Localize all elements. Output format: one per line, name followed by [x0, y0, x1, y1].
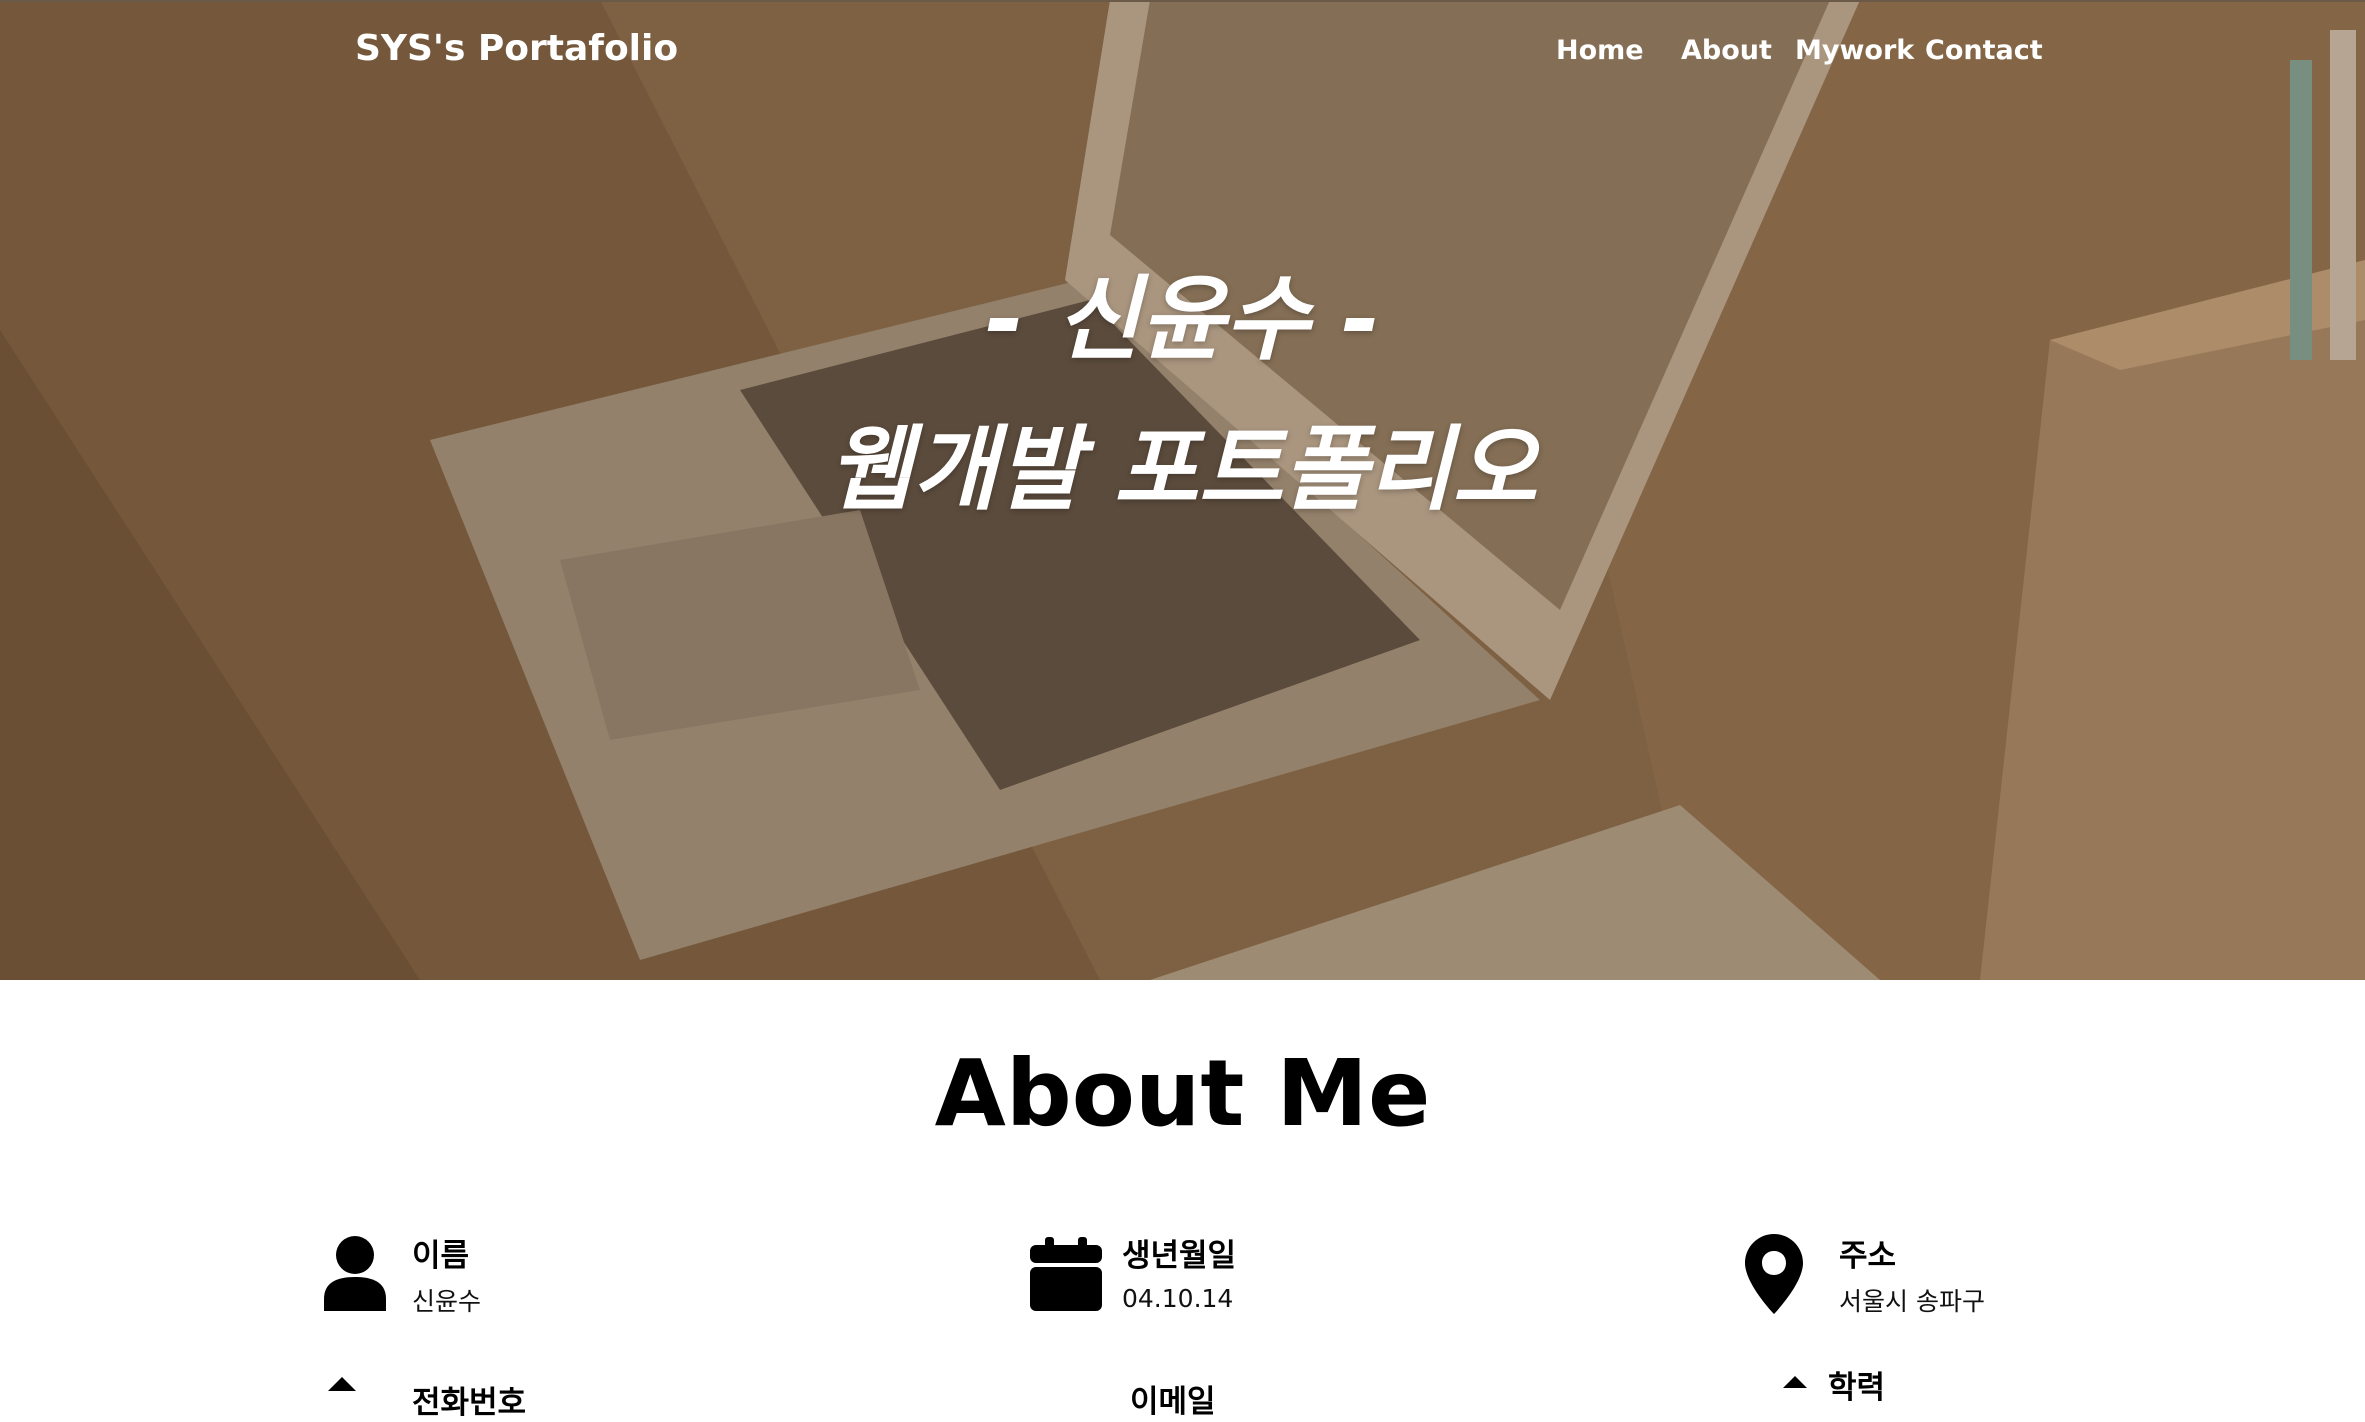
nav-home-link[interactable]: Home	[1556, 35, 1644, 66]
nav-mywork-link[interactable]: Mywork	[1795, 35, 1914, 66]
info-label: 이메일	[1130, 1384, 1216, 1420]
info-value: 서울시 송파구	[1839, 1287, 1985, 1316]
calendar-icon	[1030, 1237, 1102, 1311]
brand-logo[interactable]: SYS's Portafolio	[355, 28, 678, 69]
info-label: 생년월일	[1122, 1238, 1237, 1274]
hero-name-line: - 신윤수 -	[985, 266, 1380, 373]
info-label: 주소	[1839, 1238, 1897, 1274]
about-heading: About Me	[934, 1040, 1431, 1147]
info-value: 신윤수	[412, 1287, 482, 1316]
info-label: 학력	[1828, 1370, 1886, 1406]
phone-icon	[328, 1377, 356, 1391]
navbar: SYS's Portafolio Home About Mywork Conta…	[0, 0, 2365, 100]
info-value: 04.10.14	[1122, 1284, 1234, 1313]
info-label: 전화번호	[412, 1385, 527, 1421]
person-icon	[324, 1236, 386, 1311]
nav-about-link[interactable]: About	[1681, 35, 1772, 66]
location-pin-icon	[1745, 1234, 1803, 1314]
nav-contact-link[interactable]: Contact	[1925, 35, 2043, 66]
hero-section: SYS's Portafolio Home About Mywork Conta…	[0, 0, 2365, 980]
graduation-cap-icon	[1783, 1376, 1807, 1388]
hero-subtitle-line: 웹개발 포트폴리오	[827, 416, 1538, 523]
info-label: 이름	[412, 1238, 470, 1274]
hero-heading: - 신윤수 - 웹개발 포트폴리오	[0, 255, 2365, 535]
